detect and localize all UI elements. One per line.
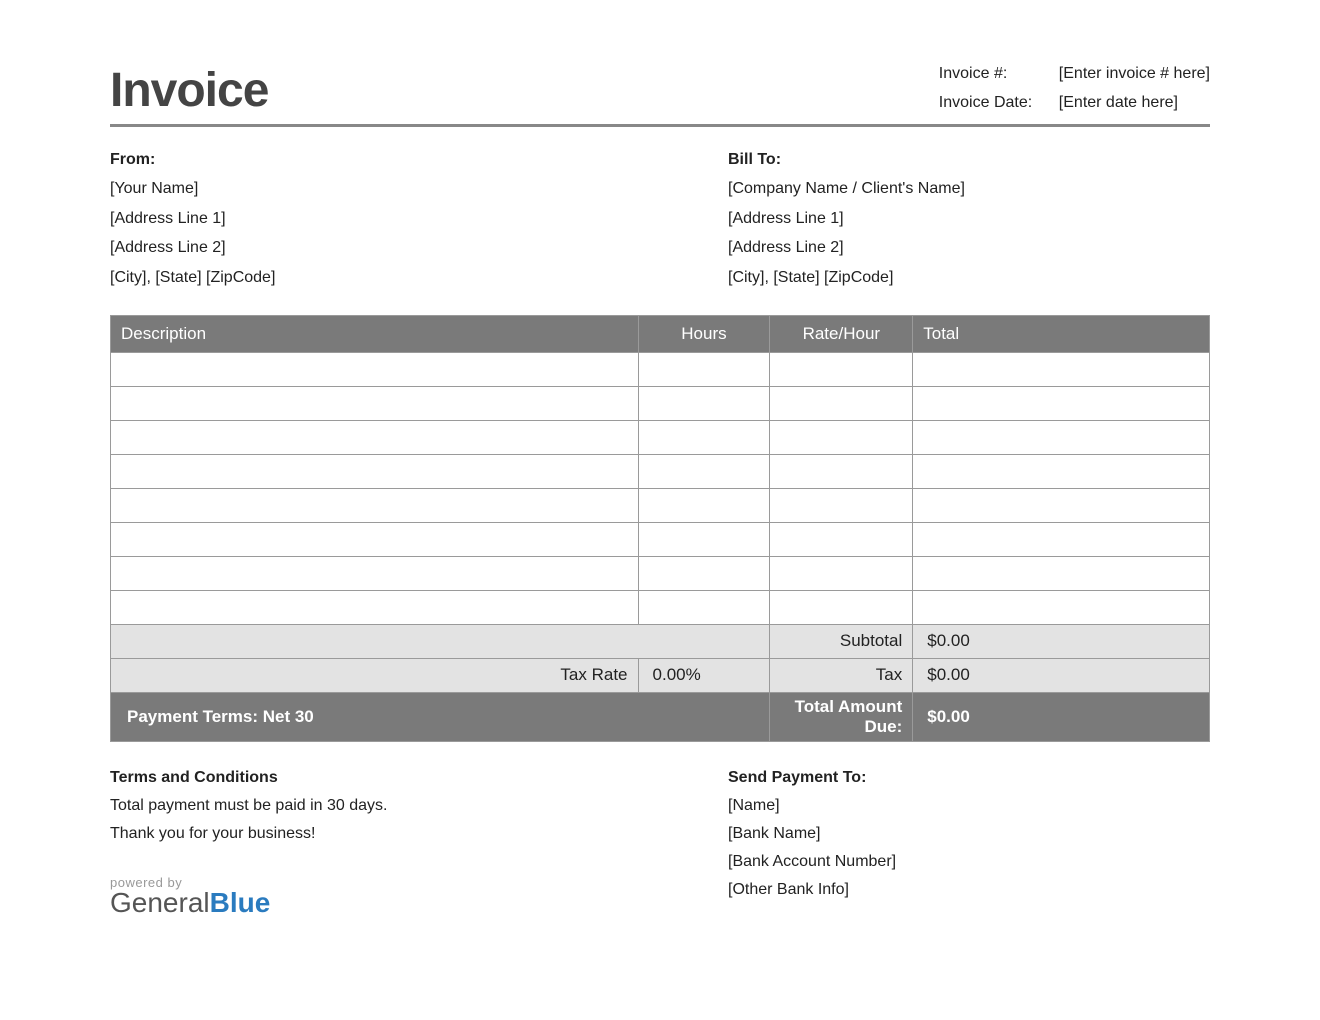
- col-header-description: Description: [111, 315, 639, 352]
- generalblue-logo: GeneralBlue: [110, 889, 728, 917]
- bill-to-address1[interactable]: [Address Line 1]: [728, 204, 1210, 234]
- subtotal-value: $0.00: [913, 624, 1210, 658]
- terms-heading: Terms and Conditions: [110, 764, 728, 792]
- cell-hours[interactable]: [638, 522, 770, 556]
- line-items-table: Description Hours Rate/Hour Total Subtot…: [110, 315, 1210, 742]
- cell-total[interactable]: [913, 590, 1210, 624]
- payment-to-name[interactable]: [Name]: [728, 792, 1210, 820]
- tax-value: $0.00: [913, 658, 1210, 692]
- cell-description[interactable]: [111, 352, 639, 386]
- from-name[interactable]: [Your Name]: [110, 174, 728, 204]
- cell-rate[interactable]: [770, 556, 913, 590]
- bill-to-address2[interactable]: [Address Line 2]: [728, 233, 1210, 263]
- cell-description[interactable]: [111, 556, 639, 590]
- total-due-value: $0.00: [913, 692, 1210, 741]
- cell-description[interactable]: [111, 454, 639, 488]
- col-header-total: Total: [913, 315, 1210, 352]
- from-address2[interactable]: [Address Line 2]: [110, 233, 728, 263]
- cell-rate[interactable]: [770, 488, 913, 522]
- payment-terms: Payment Terms: Net 30: [111, 692, 770, 741]
- subtotal-label: Subtotal: [770, 624, 913, 658]
- invoice-title: Invoice: [110, 63, 268, 118]
- invoice-meta: Invoice #: [Enter invoice # here] Invoic…: [939, 60, 1210, 118]
- cell-rate[interactable]: [770, 522, 913, 556]
- from-address-block: From: [Your Name] [Address Line 1] [Addr…: [110, 145, 728, 293]
- table-row: [111, 454, 1210, 488]
- table-row: [111, 352, 1210, 386]
- cell-hours[interactable]: [638, 488, 770, 522]
- payment-to-block: Send Payment To: [Name] [Bank Name] [Ban…: [728, 764, 1210, 917]
- invoice-date-label: Invoice Date:: [939, 89, 1059, 118]
- col-header-hours: Hours: [638, 315, 770, 352]
- cell-hours[interactable]: [638, 556, 770, 590]
- payment-to-bank[interactable]: [Bank Name]: [728, 820, 1210, 848]
- tax-rate-label: Tax Rate: [111, 658, 639, 692]
- cell-rate[interactable]: [770, 352, 913, 386]
- total-due-label: Total Amount Due:: [770, 692, 913, 741]
- bill-to-address-block: Bill To: [Company Name / Client's Name] …: [728, 145, 1210, 293]
- cell-total[interactable]: [913, 488, 1210, 522]
- invoice-number-value[interactable]: [Enter invoice # here]: [1059, 60, 1210, 89]
- cell-rate[interactable]: [770, 454, 913, 488]
- cell-total[interactable]: [913, 454, 1210, 488]
- cell-hours[interactable]: [638, 386, 770, 420]
- subtotal-spacer: [111, 624, 770, 658]
- from-address1[interactable]: [Address Line 1]: [110, 204, 728, 234]
- from-city-state-zip[interactable]: [City], [State] [ZipCode]: [110, 263, 728, 293]
- invoice-date-value[interactable]: [Enter date here]: [1059, 89, 1178, 118]
- table-row: [111, 522, 1210, 556]
- bill-to-name[interactable]: [Company Name / Client's Name]: [728, 174, 1210, 204]
- cell-total[interactable]: [913, 352, 1210, 386]
- payment-to-account[interactable]: [Bank Account Number]: [728, 848, 1210, 876]
- cell-description[interactable]: [111, 386, 639, 420]
- cell-description[interactable]: [111, 590, 639, 624]
- tax-label: Tax: [770, 658, 913, 692]
- bill-to-heading: Bill To:: [728, 145, 1210, 175]
- bill-to-city-state-zip[interactable]: [City], [State] [ZipCode]: [728, 263, 1210, 293]
- cell-hours[interactable]: [638, 454, 770, 488]
- cell-rate[interactable]: [770, 590, 913, 624]
- cell-hours[interactable]: [638, 590, 770, 624]
- cell-rate[interactable]: [770, 386, 913, 420]
- col-header-rate: Rate/Hour: [770, 315, 913, 352]
- terms-line1: Total payment must be paid in 30 days.: [110, 792, 728, 820]
- tax-rate-value[interactable]: 0.00%: [638, 658, 770, 692]
- cell-description[interactable]: [111, 488, 639, 522]
- terms-line2: Thank you for your business!: [110, 820, 728, 848]
- table-row: [111, 488, 1210, 522]
- terms-block: Terms and Conditions Total payment must …: [110, 764, 728, 917]
- cell-description[interactable]: [111, 420, 639, 454]
- cell-hours[interactable]: [638, 352, 770, 386]
- cell-total[interactable]: [913, 420, 1210, 454]
- table-row: [111, 420, 1210, 454]
- table-row: [111, 590, 1210, 624]
- payment-to-heading: Send Payment To:: [728, 764, 1210, 792]
- cell-total[interactable]: [913, 522, 1210, 556]
- table-row: [111, 386, 1210, 420]
- cell-rate[interactable]: [770, 420, 913, 454]
- cell-description[interactable]: [111, 522, 639, 556]
- invoice-number-label: Invoice #:: [939, 60, 1059, 89]
- from-heading: From:: [110, 145, 728, 175]
- cell-hours[interactable]: [638, 420, 770, 454]
- payment-to-other[interactable]: [Other Bank Info]: [728, 876, 1210, 904]
- cell-total[interactable]: [913, 386, 1210, 420]
- branding: powered by GeneralBlue: [110, 876, 728, 917]
- cell-total[interactable]: [913, 556, 1210, 590]
- table-row: [111, 556, 1210, 590]
